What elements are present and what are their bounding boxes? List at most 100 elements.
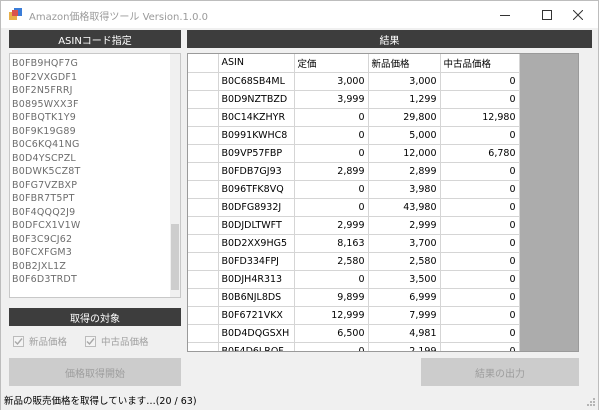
- table-cell[interactable]: 6,999: [368, 288, 441, 307]
- table-cell[interactable]: 12,000: [368, 144, 441, 163]
- table-cell[interactable]: 0: [294, 180, 369, 199]
- table-cell[interactable]: 29,800: [368, 108, 441, 127]
- row-header[interactable]: [188, 234, 219, 253]
- table-row[interactable]: B0DFG8932J 0 43,980 0: [188, 198, 520, 217]
- table-row[interactable]: B0DJDLTWFT 2,999 2,999 0: [188, 216, 520, 235]
- table-row[interactable]: B096TFK8VQ 0 3,980 0: [188, 180, 520, 199]
- table-cell[interactable]: 0: [440, 234, 520, 253]
- table-cell[interactable]: 0: [440, 126, 520, 145]
- table-cell[interactable]: B0D9NZTBZD: [218, 90, 295, 109]
- table-cell[interactable]: 0: [440, 162, 520, 181]
- list-item[interactable]: B0C6KQ41NG: [12, 138, 81, 152]
- table-cell[interactable]: 0: [294, 144, 369, 163]
- row-header[interactable]: [188, 252, 219, 271]
- table-cell[interactable]: 12,999: [294, 306, 369, 325]
- row-header[interactable]: [188, 72, 219, 91]
- table-cell[interactable]: B0991KWHC8: [218, 126, 295, 145]
- list-item[interactable]: B0B2JXL1Z: [12, 260, 81, 274]
- table-row[interactable]: B0D4DQGSXH 6,500 4,981 0: [188, 324, 520, 343]
- row-header[interactable]: [188, 108, 219, 127]
- table-cell[interactable]: B0F4D6LRQF: [218, 342, 295, 351]
- table-cell[interactable]: B096TFK8VQ: [218, 180, 295, 199]
- list-item[interactable]: B0DFCX1V1W: [12, 219, 81, 233]
- column-header-list-price[interactable]: 定価: [294, 54, 369, 73]
- table-cell[interactable]: B09VP57FBP: [218, 144, 295, 163]
- table-cell[interactable]: B0FDB7GJ93: [218, 162, 295, 181]
- table-cell[interactable]: 2,899: [294, 162, 369, 181]
- used-price-checkbox[interactable]: 中古品価格: [85, 334, 149, 348]
- export-results-button[interactable]: 結果の出力: [421, 358, 579, 386]
- table-cell[interactable]: 8,163: [294, 234, 369, 253]
- table-cell[interactable]: 3,000: [368, 72, 441, 91]
- table-cell[interactable]: 2,580: [294, 252, 369, 271]
- list-item[interactable]: B0FBR7T5PT: [12, 192, 81, 206]
- row-header[interactable]: [188, 90, 219, 109]
- table-cell[interactable]: 0: [440, 342, 520, 351]
- scrollbar-thumb[interactable]: [171, 224, 179, 290]
- checkbox-box[interactable]: [85, 335, 96, 347]
- minimize-button[interactable]: [485, 1, 525, 28]
- table-cell[interactable]: 0: [294, 270, 369, 289]
- table-row[interactable]: B0F6721VKX 12,999 7,999 0: [188, 306, 520, 325]
- table-cell[interactable]: 2,999: [294, 216, 369, 235]
- table-cell[interactable]: 3,000: [294, 72, 369, 91]
- table-cell[interactable]: B0D2XX9HG5: [218, 234, 295, 253]
- list-item[interactable]: B0F2N5FRRJ: [12, 84, 81, 98]
- list-item[interactable]: B0FG7VZBXP: [12, 179, 81, 193]
- table-cell[interactable]: 9,899: [294, 288, 369, 307]
- list-item[interactable]: B0DWK5CZ8T: [12, 165, 81, 179]
- column-header-new-price[interactable]: 新品価格: [368, 54, 441, 73]
- table-cell[interactable]: B0B6NJL8DS: [218, 288, 295, 307]
- table-row[interactable]: B0D2XX9HG5 8,163 3,700 0: [188, 234, 520, 253]
- table-cell[interactable]: 0: [440, 252, 520, 271]
- table-cell[interactable]: 5,000: [368, 126, 441, 145]
- list-item[interactable]: B0F3C9CJ62: [12, 233, 81, 247]
- table-cell[interactable]: 43,980: [368, 198, 441, 217]
- asin-listbox[interactable]: B0FB9HQF7G B0F2VXGDF1 B0F2N5FRRJ B0895WXX3F…: [9, 53, 181, 298]
- list-item[interactable]: B0FB9HQF7G: [12, 57, 81, 71]
- table-cell[interactable]: B0DFG8932J: [218, 198, 295, 217]
- new-price-checkbox[interactable]: 新品価格: [13, 334, 67, 348]
- table-cell[interactable]: 2,580: [368, 252, 441, 271]
- list-item[interactable]: B0F9K19G89: [12, 125, 81, 139]
- result-grid[interactable]: ASIN 定価 新品価格 中古品価格 B0C68SB4ML 3,000 3,000 0…: [187, 53, 579, 352]
- table-cell[interactable]: 7,999: [368, 306, 441, 325]
- table-cell[interactable]: 6,500: [294, 324, 369, 343]
- fetch-prices-button[interactable]: 価格取得開始: [9, 358, 181, 386]
- table-cell[interactable]: 6,780: [440, 144, 520, 163]
- row-header[interactable]: [188, 144, 219, 163]
- table-cell[interactable]: 0: [440, 198, 520, 217]
- table-cell[interactable]: 0: [440, 270, 520, 289]
- table-cell[interactable]: 3,700: [368, 234, 441, 253]
- list-item[interactable]: B0F2VXGDF1: [12, 71, 81, 85]
- row-header[interactable]: [188, 216, 219, 235]
- row-header[interactable]: [188, 342, 219, 351]
- list-item[interactable]: B0895WXX3F: [12, 98, 81, 112]
- table-cell[interactable]: 2,999: [368, 216, 441, 235]
- table-cell[interactable]: B0DJDLTWFT: [218, 216, 295, 235]
- table-row[interactable]: B09VP57FBP 0 12,000 6,780: [188, 144, 520, 163]
- table-cell[interactable]: 0: [440, 306, 520, 325]
- table-cell[interactable]: 0: [440, 72, 520, 91]
- table-cell[interactable]: 0: [440, 90, 520, 109]
- table-cell[interactable]: 0: [294, 108, 369, 127]
- table-row[interactable]: B0C14KZHYR 0 29,800 12,980: [188, 108, 520, 127]
- table-cell[interactable]: 2,899: [368, 162, 441, 181]
- table-cell[interactable]: 4,981: [368, 324, 441, 343]
- asin-list-scrollbar[interactable]: [170, 54, 180, 297]
- table-row[interactable]: B0D9NZTBZD 3,999 1,299 0: [188, 90, 520, 109]
- list-item[interactable]: B0F4QQQ2J9: [12, 206, 81, 220]
- row-header[interactable]: [188, 306, 219, 325]
- table-row[interactable]: B0FDB7GJ93 2,899 2,899 0: [188, 162, 520, 181]
- list-item[interactable]: B0D4YSCPZL: [12, 152, 81, 166]
- column-header-asin[interactable]: ASIN: [218, 54, 295, 73]
- table-cell[interactable]: B0C68SB4ML: [218, 72, 295, 91]
- table-row[interactable]: B0C68SB4ML 3,000 3,000 0: [188, 72, 520, 91]
- row-header[interactable]: [188, 180, 219, 199]
- row-header[interactable]: [188, 126, 219, 145]
- checkbox-box[interactable]: [13, 335, 24, 347]
- table-cell[interactable]: 0: [440, 288, 520, 307]
- list-item[interactable]: B0FBQTK1Y9: [12, 111, 81, 125]
- row-header[interactable]: [188, 324, 219, 343]
- table-cell[interactable]: 2,199: [368, 342, 441, 351]
